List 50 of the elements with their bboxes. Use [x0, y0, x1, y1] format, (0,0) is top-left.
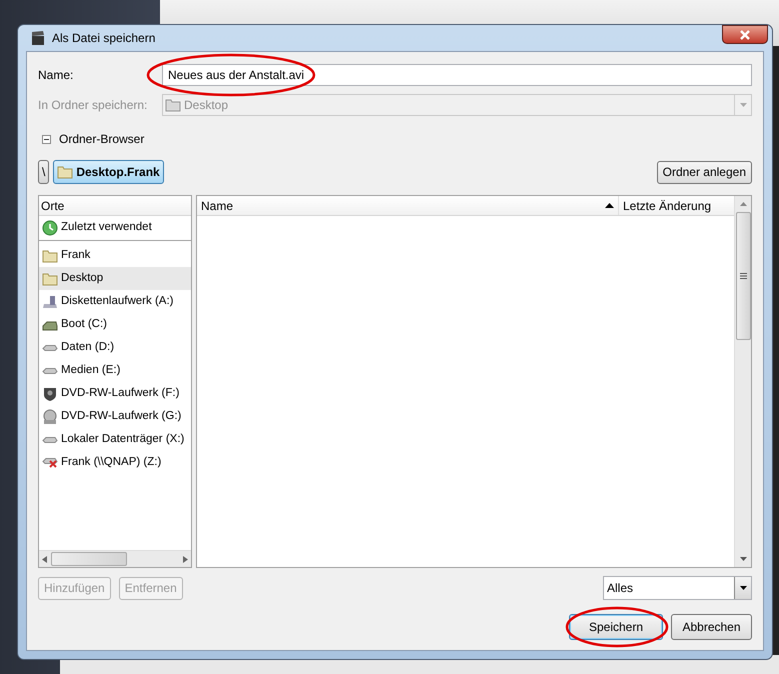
scroll-left-icon: [42, 556, 47, 562]
network-drive-icon: [42, 457, 58, 468]
filter-select[interactable]: Alles: [603, 576, 752, 600]
place-item[interactable]: DVD-RW-Laufwerk (G:): [39, 405, 191, 428]
clock-icon: [42, 220, 58, 236]
create-folder-button[interactable]: Ordner anlegen: [656, 160, 752, 184]
dropdown-arrow-icon: [740, 103, 746, 107]
clapperboard-icon: [30, 30, 46, 46]
place-item[interactable]: Frank: [39, 244, 191, 267]
place-item[interactable]: Lokaler Datenträger (X:): [39, 428, 191, 451]
column-header[interactable]: Orte: [41, 196, 64, 214]
section-label: Ordner-Browser: [59, 131, 144, 148]
shield-icon: [42, 386, 58, 402]
close-icon: [740, 30, 750, 40]
name-label: Name:: [38, 67, 74, 84]
place-item[interactable]: Desktop: [39, 267, 191, 290]
scroll-right-icon: [183, 556, 188, 562]
folder-icon: [165, 97, 181, 113]
place-item[interactable]: Diskettenlaufwerk (A:): [39, 290, 191, 313]
close-button[interactable]: [722, 25, 768, 44]
place-item[interactable]: Medien (E:): [39, 359, 191, 382]
dropdown-arrow-icon: [740, 586, 746, 590]
hard-drive-icon: [42, 344, 58, 352]
path-button[interactable]: Desktop.Frank: [53, 160, 164, 184]
folder-label: In Ordner speichern:: [38, 97, 148, 114]
place-item[interactable]: Zuletzt verwendet: [39, 216, 191, 241]
scroll-up-icon: [740, 202, 746, 206]
folder-icon: [42, 248, 58, 264]
place-item[interactable]: Daten (D:): [39, 336, 191, 359]
place-item[interactable]: Boot (C:): [39, 313, 191, 336]
save-button[interactable]: Speichern: [569, 614, 663, 640]
folder-icon: [42, 270, 58, 286]
scroll-down-icon: [740, 557, 746, 561]
window-title: Als Datei speichern: [52, 30, 156, 47]
collapse-toggle[interactable]: [42, 134, 51, 144]
place-item[interactable]: Frank (\\QNAP) (Z:): [39, 451, 191, 474]
floppy-drive-icon: [42, 294, 58, 310]
column-header[interactable]: Name: [197, 196, 618, 215]
minus-box-icon: [42, 134, 51, 144]
cancel-button[interactable]: Abbrechen: [671, 614, 752, 640]
disc-drive-icon: [42, 408, 58, 424]
place-item[interactable]: DVD-RW-Laufwerk (F:): [39, 382, 191, 405]
scrollbar-thumb[interactable]: [51, 552, 127, 566]
folder-icon: [57, 164, 74, 180]
hard-drive-icon: [42, 366, 58, 374]
scrollbar-thumb[interactable]: [736, 212, 750, 340]
hard-drive-icon: [42, 436, 58, 444]
grip-icon: [740, 273, 746, 279]
name-field[interactable]: Neues aus der Anstalt.avi: [162, 64, 752, 86]
path-button[interactable]: \: [38, 160, 50, 184]
